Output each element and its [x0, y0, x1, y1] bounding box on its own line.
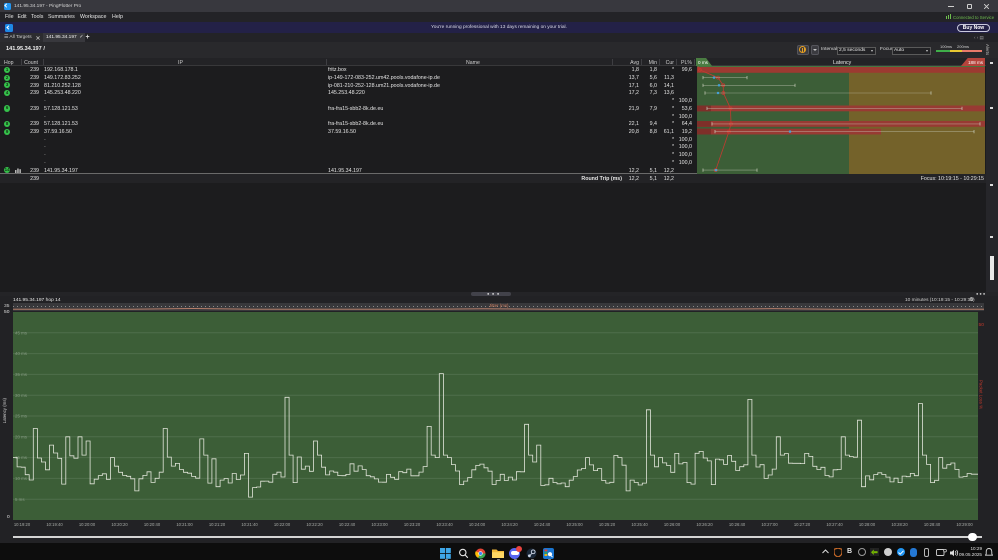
svg-text:40 ms: 40 ms — [15, 351, 28, 356]
svg-text:45 ms: 45 ms — [15, 330, 28, 335]
svg-text:20 ms: 20 ms — [15, 434, 28, 439]
svg-text:30 ms: 30 ms — [15, 393, 28, 398]
svg-text:5 ms: 5 ms — [15, 497, 25, 502]
svg-text:10 ms: 10 ms — [15, 476, 28, 481]
svg-text:35 ms: 35 ms — [15, 372, 28, 377]
svg-text:25 ms: 25 ms — [15, 414, 28, 419]
